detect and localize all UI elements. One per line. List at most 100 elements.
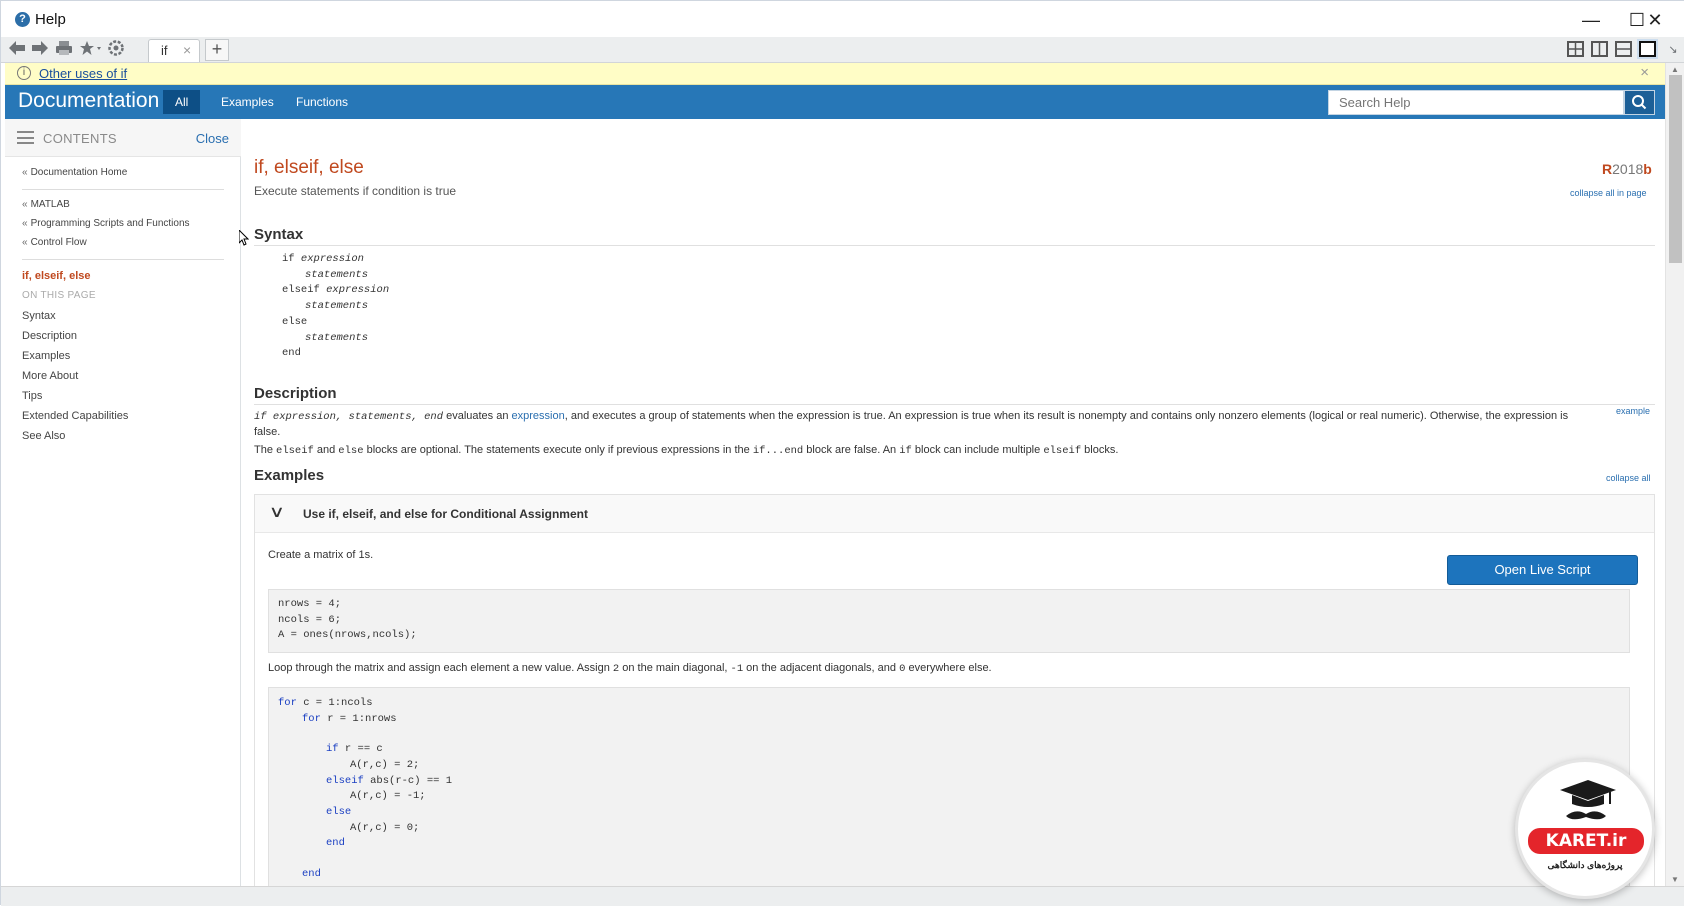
contents-label: CONTENTS (43, 131, 117, 146)
code-block-1-text: nrows = 4; ncols = 6; A = ones(nrows,ncols… (278, 597, 417, 644)
code-line: else (326, 805, 352, 818)
code-line: if r == c (326, 743, 383, 756)
section-rule (254, 245, 1655, 246)
scroll-down-arrow-icon[interactable]: ▼ (1671, 875, 1679, 884)
example-header[interactable]: ∨ Use if, elseif, and else for Condition… (255, 495, 1654, 533)
code-block-1[interactable]: nrows = 4; ncols = 6; A = ones(nrows,ncols… (268, 589, 1630, 653)
contents-header: CONTENTS Close (5, 119, 241, 157)
nav-examples[interactable]: Examples (209, 90, 286, 114)
forward-arrow-icon[interactable] (30, 40, 50, 60)
collapse-all-in-page-link[interactable]: collapse all in page (1570, 188, 1647, 198)
graduation-cap-icon (1560, 780, 1616, 807)
search-button[interactable] (1624, 90, 1655, 115)
section-rule (254, 404, 1655, 405)
syntax-line: elseif expression (282, 284, 390, 297)
sidebar-divider (22, 259, 224, 260)
syntax-heading: Syntax (254, 226, 304, 243)
code-line: for c = 1:ncols (278, 697, 373, 709)
add-tab-button[interactable]: + (205, 39, 229, 61)
code-line: A = ones(nrows,ncols); (278, 629, 417, 642)
crumb-documentation-home[interactable]: «Documentation Home (22, 167, 127, 178)
crumb-matlab[interactable]: «MATLAB (22, 199, 70, 210)
documentation-title[interactable]: Documentation (18, 89, 159, 113)
open-live-script-button[interactable]: Open Live Script (1447, 555, 1638, 585)
main-content: if, elseif, else R2018b Execute statemen… (242, 119, 1665, 886)
help-toolbar: if × + ↘ (1, 37, 1684, 63)
description-example-link[interactable]: example (1616, 406, 1650, 416)
sidebar-item-examples[interactable]: Examples (22, 350, 70, 362)
crumb-control-flow[interactable]: «Control Flow (22, 237, 87, 248)
example-text-1: Create a matrix of 1s. (268, 549, 374, 561)
on-this-page-label: ON THIS PAGE (22, 290, 96, 301)
sidebar-current-page: if, elseif, else (22, 270, 91, 282)
hamburger-menu-icon[interactable] (17, 131, 34, 144)
close-contents-link[interactable]: Close (196, 131, 229, 146)
layout-grid-icon[interactable] (1567, 41, 1584, 57)
syntax-line: end (282, 347, 301, 360)
collapse-all-link[interactable]: collapse all (1606, 473, 1651, 483)
code-line: for r = 1:nrows (302, 712, 397, 725)
code-block-2[interactable]: for c = 1:ncols for r = 1:nrows if r == c A… (268, 687, 1630, 886)
description-paragraph-2: The elseif and else blocks are optional.… (254, 444, 1119, 457)
page-subtitle: Execute statements if condition is true (254, 184, 457, 198)
example-text-2: Loop through the matrix and assign each … (268, 662, 992, 675)
release-badge: R2018b (1602, 161, 1652, 177)
code-block-2-text: for c = 1:ncols for r = 1:nrows if r == c A… (278, 696, 452, 882)
chevron-down-icon[interactable]: ∨ (269, 502, 285, 522)
vertical-scrollbar[interactable]: ▲ ▼ (1665, 63, 1684, 886)
sidebar-item-tips[interactable]: Tips (22, 390, 42, 402)
expression-link[interactable]: expression (512, 410, 565, 422)
code-line: nrows = 4; (278, 598, 342, 610)
page-title: if, elseif, else (254, 157, 364, 178)
minimize-button[interactable]: — (1568, 7, 1614, 33)
nav-functions[interactable]: Functions (284, 90, 360, 114)
title-bar: ? Help — ☐ ✕ (1, 1, 1684, 39)
example-panel: ∨ Use if, elseif, and else for Condition… (254, 494, 1655, 886)
tab-close-icon[interactable]: × (183, 42, 191, 58)
syntax-block: if expression statements elseif expression… (282, 252, 389, 362)
info-bar-close-icon[interactable]: × (1640, 64, 1649, 81)
code-line: end (302, 867, 321, 880)
status-bar (1, 886, 1684, 906)
sidebar-item-see-also[interactable]: See Also (22, 430, 65, 442)
code-line: ncols = 6; (278, 613, 342, 626)
favorites-star-icon[interactable] (79, 40, 101, 60)
scrollbar-thumb[interactable] (1669, 75, 1682, 263)
sidebar-item-extended-capabilities[interactable]: Extended Capabilities (22, 410, 128, 422)
other-uses-link[interactable]: Other uses of if (39, 66, 127, 81)
info-icon: i (17, 66, 31, 80)
description-paragraph-1: if expression, statements, end evaluates… (254, 410, 1569, 438)
tab-if[interactable]: if × (148, 39, 200, 62)
layout-rows-icon[interactable] (1615, 41, 1632, 57)
karet-brand: KARET.ir (1528, 828, 1644, 854)
close-window-button[interactable]: ✕ (1631, 7, 1679, 33)
code-line: elseif abs(r-c) == 1 (326, 774, 453, 787)
code-line: A(r,c) = 0; (350, 821, 420, 834)
back-arrow-icon[interactable] (7, 40, 27, 60)
dock-arrow-icon[interactable]: ↘ (1663, 40, 1683, 60)
sidebar-item-description[interactable]: Description (22, 330, 77, 342)
layout-single-icon[interactable] (1639, 41, 1656, 57)
search-help-input[interactable] (1329, 91, 1623, 114)
help-app-icon: ? (15, 12, 30, 27)
syntax-line: else (282, 315, 308, 328)
example-title: Use if, elseif, and else for Conditional… (303, 507, 588, 521)
sidebar-item-syntax[interactable]: Syntax (22, 310, 56, 322)
scroll-up-arrow-icon[interactable]: ▲ (1671, 65, 1679, 74)
description-heading: Description (254, 385, 337, 402)
settings-gear-icon[interactable] (106, 40, 126, 60)
search-help-box (1328, 90, 1624, 115)
crumb-programming-scripts[interactable]: «Programming Scripts and Functions (22, 218, 190, 229)
mouse-cursor-icon (239, 230, 249, 246)
layout-columns-icon[interactable] (1591, 41, 1608, 57)
examples-heading: Examples (254, 467, 325, 484)
print-icon[interactable] (54, 40, 74, 60)
sidebar-item-more-about[interactable]: More About (22, 370, 78, 382)
nav-all[interactable]: All (163, 90, 201, 114)
code-line: A(r,c) = -1; (350, 790, 426, 803)
mustache-icon (1566, 811, 1606, 820)
help-window: ? Help — ☐ ✕ if × + ↘ i Other uses of if… (0, 0, 1684, 906)
tab-label: if (161, 43, 168, 58)
